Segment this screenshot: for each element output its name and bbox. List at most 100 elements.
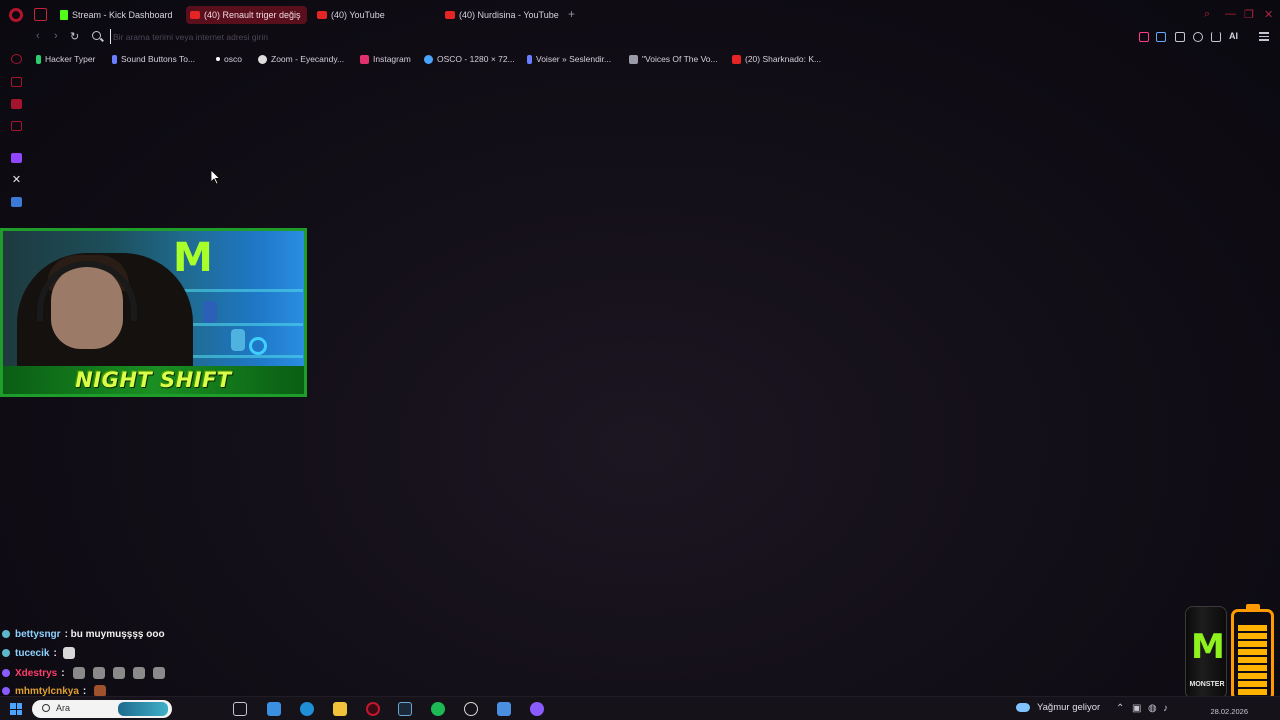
weather-text: Yağmur geliyor: [1037, 702, 1101, 713]
app-icon[interactable]: [530, 702, 544, 716]
instagram-icon: [360, 54, 369, 64]
weather-widget[interactable]: Yağmur geliyor: [1016, 702, 1100, 713]
app-icon[interactable]: [497, 702, 511, 716]
kick-icon: [60, 10, 68, 20]
battery-cell: [1238, 689, 1267, 695]
bookmark-zoom-eyecandy[interactable]: Zoom - Eyecandy...: [258, 52, 344, 66]
taskbar-search[interactable]: Ara: [32, 700, 172, 718]
chat-text: bu muymuşşşş ooo: [70, 628, 165, 640]
extensions-puzzle-icon[interactable]: [1175, 32, 1185, 42]
bookmark-hacker-typer[interactable]: Hacker Typer: [36, 52, 95, 66]
close-icon[interactable]: ✕: [1264, 8, 1273, 21]
monster-logo-icon: M: [173, 235, 213, 281]
monster-brand: MONSTER: [1189, 681, 1225, 688]
bookmarks-bar: Hacker Typer Sound Buttons To... osco Zo…: [0, 52, 1280, 66]
bookmark-sharknado[interactable]: (20) Sharknado: K...: [732, 52, 821, 66]
reload-icon[interactable]: ↻: [70, 30, 79, 43]
youtube-icon: [445, 11, 455, 19]
ai-button[interactable]: AI: [1229, 31, 1238, 41]
emote-icon: [72, 667, 85, 679]
back-icon[interactable]: ‹: [36, 30, 40, 42]
restore-icon[interactable]: ❐: [1244, 8, 1254, 21]
bookmark-label: OSCO - 1280 × 72...: [437, 54, 515, 64]
bookmark-label: Sound Buttons To...: [121, 54, 196, 64]
bookmark-label: osco: [224, 54, 242, 64]
bookmark-voiser[interactable]: Voiser » Seslendir...: [527, 52, 611, 66]
battery-cell: [1238, 673, 1267, 679]
profile-icon[interactable]: [1193, 32, 1203, 42]
battery-cell: [1238, 657, 1267, 663]
chat-message: tucecik :: [2, 646, 75, 660]
instagram-sidebar-icon[interactable]: [11, 121, 22, 131]
bookmark-label: "Voices Of The Vo...: [642, 54, 718, 64]
rain-cloud-icon: [1016, 703, 1030, 712]
chat-message: bettysngr : bu muymuşşşş ooo: [2, 627, 165, 641]
chat-message: Xdestrys :: [2, 666, 165, 680]
search-icon: [92, 31, 101, 40]
download-icon[interactable]: [1211, 32, 1221, 42]
app-icon[interactable]: [11, 197, 22, 207]
battery-overlay: [1231, 604, 1274, 701]
minimize-icon[interactable]: —: [1225, 8, 1236, 20]
chat-separator: :: [53, 647, 57, 659]
tray-app-icon[interactable]: ▣: [1132, 703, 1141, 714]
bookmark-label: Voiser » Seslendir...: [536, 54, 612, 64]
dot-icon: [216, 57, 220, 61]
extension-icon[interactable]: [1139, 32, 1149, 42]
translate-icon[interactable]: [1156, 32, 1166, 42]
night-shift-banner: NIGHT SHIFT: [75, 368, 232, 392]
volume-icon[interactable]: ♪: [1163, 703, 1168, 714]
new-tab-button[interactable]: +: [568, 7, 575, 21]
opera-taskbar-icon[interactable]: [366, 702, 380, 716]
bookmark-osco[interactable]: osco: [216, 52, 242, 66]
app-icon[interactable]: [267, 702, 281, 716]
messenger-icon[interactable]: [11, 99, 22, 109]
emote-icon: [62, 647, 75, 659]
bookmark-label: (20) Sharknado: K...: [745, 54, 822, 64]
edge-icon[interactable]: [300, 702, 314, 716]
battery-cell: [1238, 649, 1267, 655]
taskbar-search-text: Ara: [56, 703, 71, 713]
forward-icon[interactable]: ›: [54, 30, 58, 42]
twitch-icon[interactable]: [11, 153, 22, 163]
file-explorer-icon[interactable]: [333, 702, 347, 716]
windows-start-icon[interactable]: [10, 703, 22, 715]
chat-username: mhmtylcnkya: [15, 685, 79, 697]
tab-youtube[interactable]: (40) YouTube: [317, 6, 385, 24]
tab-renault[interactable]: (40) Renault triger değiş: [186, 6, 307, 24]
tab-label: (40) Nurdisina - YouTube: [459, 10, 559, 20]
obs-icon[interactable]: [464, 702, 478, 716]
network-icon[interactable]: ◍: [1148, 703, 1157, 714]
spotify-icon[interactable]: [431, 702, 445, 716]
opera-logo-icon[interactable]: [9, 8, 23, 22]
emote-icon: [132, 667, 145, 679]
bookmark-sound-buttons[interactable]: Sound Buttons To...: [112, 52, 195, 66]
search-icon: [42, 704, 50, 712]
x-icon[interactable]: ✕: [11, 175, 22, 186]
aria-icon[interactable]: [11, 77, 22, 87]
steam-icon[interactable]: [398, 702, 412, 716]
bookmark-label: Hacker Typer: [45, 54, 96, 64]
bookmark-voices-of-the-void[interactable]: "Voices Of The Vo...: [629, 52, 718, 66]
task-view-icon[interactable]: [233, 702, 247, 716]
bookmark-instagram[interactable]: Instagram: [360, 52, 411, 66]
emote-icon: [112, 667, 125, 679]
menu-icon[interactable]: [1259, 32, 1269, 43]
address-bar-row: ‹ › ↻ AI: [0, 26, 1280, 48]
clock[interactable]: 28.02.2026: [1188, 701, 1248, 716]
youtube-icon: [732, 54, 741, 64]
monster-can-overlay: M MONSTER: [1185, 606, 1227, 698]
tab-kick-dashboard[interactable]: Stream - Kick Dashboard: [60, 6, 173, 24]
address-input[interactable]: [110, 29, 710, 44]
tab-label: Stream - Kick Dashboard: [72, 10, 173, 20]
chevron-up-icon[interactable]: ⌃: [1116, 703, 1124, 714]
search-tabs-icon[interactable]: ⌕: [1204, 8, 1210, 21]
screen: Stream - Kick Dashboard (40) Renault tri…: [0, 0, 1280, 720]
tab-search-icon[interactable]: [34, 8, 47, 21]
terminal-icon: [36, 54, 41, 64]
image-icon: [629, 54, 638, 64]
bookmark-osco-1280[interactable]: OSCO - 1280 × 72...: [424, 52, 515, 66]
youtube-icon: [190, 11, 200, 19]
tab-nurdisina[interactable]: (40) Nurdisina - YouTube: [445, 6, 559, 24]
history-icon[interactable]: [11, 54, 22, 64]
